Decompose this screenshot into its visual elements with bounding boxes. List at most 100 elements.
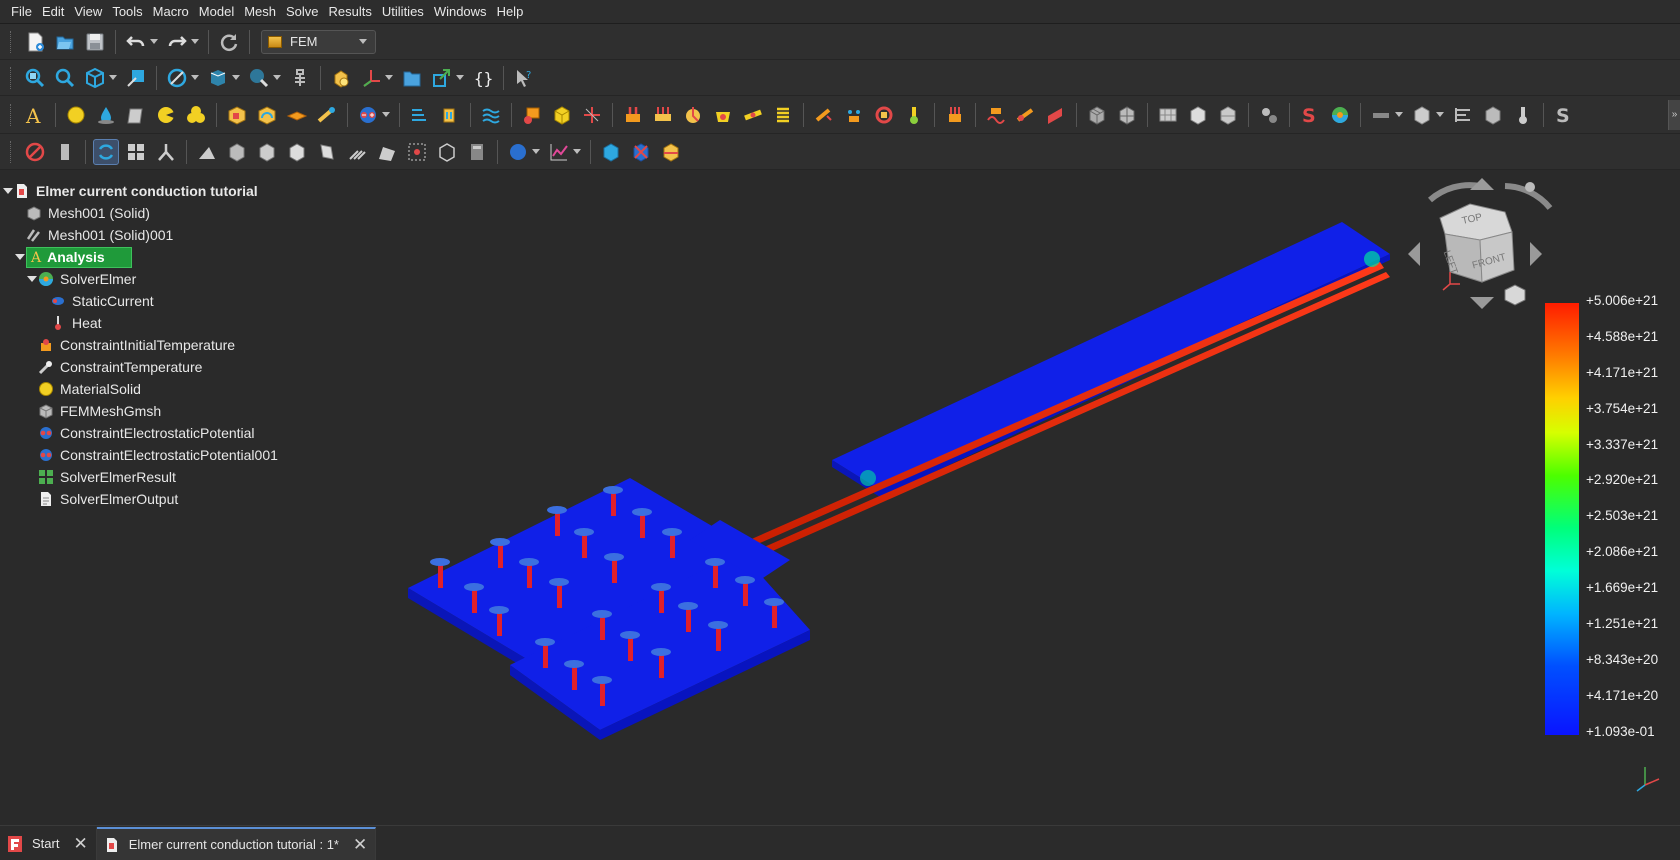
- constraint-thermometer-button[interactable]: [901, 102, 927, 128]
- results-display-button[interactable]: [1450, 102, 1476, 128]
- tree-item-constraint-initial-temperature[interactable]: ConstraintInitialTemperature: [0, 334, 310, 356]
- result-sphere-dropdown[interactable]: [531, 139, 541, 165]
- filter-cut-button[interactable]: [284, 139, 310, 165]
- menu-solve[interactable]: Solve: [281, 4, 324, 19]
- mesh-group-button[interactable]: [1215, 102, 1241, 128]
- tree-item-solver-elmer[interactable]: SolverElmer: [0, 268, 310, 290]
- solver-ccx-button[interactable]: S: [1297, 102, 1323, 128]
- constraint-initial-pressure-button[interactable]: [437, 102, 463, 128]
- tree-item-electrostatic-potential[interactable]: ConstraintElectrostaticPotential: [0, 422, 310, 444]
- pan-down-arrow-icon[interactable]: [1470, 297, 1494, 309]
- mesh-clear-button[interactable]: [1256, 102, 1282, 128]
- constraint-force-button[interactable]: [620, 102, 646, 128]
- menu-tools[interactable]: Tools: [107, 4, 147, 19]
- result-sphere-button[interactable]: [505, 139, 531, 165]
- tab-start[interactable]: Start ✕: [0, 827, 97, 860]
- analysis-button[interactable]: A: [22, 102, 48, 128]
- workbench-selector[interactable]: FEM: [261, 29, 376, 54]
- tree-item-electrostatic-potential-001[interactable]: ConstraintElectrostaticPotential001: [0, 444, 310, 466]
- selection-dropdown[interactable]: [231, 65, 241, 91]
- group-folder-button[interactable]: [399, 65, 425, 91]
- tree-item-mesh001[interactable]: Mesh001 (Solid): [0, 202, 310, 224]
- results-thermo-button[interactable]: [1510, 102, 1536, 128]
- constraint-flow-button[interactable]: [407, 102, 433, 128]
- constraint-velocity-button[interactable]: [478, 102, 504, 128]
- solver-run-button[interactable]: S: [1551, 102, 1577, 128]
- tree-item-material-solid[interactable]: MaterialSolid: [0, 378, 310, 400]
- link-dropdown[interactable]: [455, 65, 465, 91]
- new-document-button[interactable]: [22, 29, 48, 55]
- filter-region-button[interactable]: [434, 139, 460, 165]
- toolbar-overflow-button[interactable]: »: [1668, 99, 1680, 130]
- link-button[interactable]: [429, 65, 455, 91]
- constraint-displacement-button[interactable]: [549, 102, 575, 128]
- filter-warp-button[interactable]: [314, 139, 340, 165]
- constraint-bodyheat-button[interactable]: [740, 102, 766, 128]
- plot-button[interactable]: [546, 139, 572, 165]
- material-fluid-button[interactable]: [93, 102, 119, 128]
- filter-glyph-button[interactable]: [344, 139, 370, 165]
- solver-control-button[interactable]: [1409, 102, 1435, 128]
- draw-style-dropdown[interactable]: [190, 65, 200, 91]
- results-purge-button[interactable]: [1480, 102, 1506, 128]
- view-isometric-button[interactable]: [82, 65, 108, 91]
- electrostatic-potential-button[interactable]: [355, 102, 381, 128]
- constraint-fixed-button[interactable]: [519, 102, 545, 128]
- constraint-centrif-button[interactable]: [680, 102, 706, 128]
- create-part-button[interactable]: [328, 65, 354, 91]
- measure-button[interactable]: [246, 65, 272, 91]
- pan-left-arrow-icon[interactable]: [1408, 242, 1420, 266]
- mini-cube-icon[interactable]: [1504, 284, 1526, 306]
- constraint-transform-button[interactable]: [942, 102, 968, 128]
- view-menu-dot-icon[interactable]: [1525, 182, 1535, 192]
- toolbar-grip[interactable]: [10, 140, 14, 163]
- solver-dropdown[interactable]: [1435, 102, 1445, 128]
- view-selection-button[interactable]: [123, 65, 149, 91]
- constraint-selfweight-button[interactable]: [710, 102, 736, 128]
- shell-thickness-button[interactable]: [284, 102, 310, 128]
- refresh-button[interactable]: [216, 29, 242, 55]
- fit-selection-button[interactable]: [52, 65, 78, 91]
- measure-distance-button[interactable]: [287, 65, 313, 91]
- plot-dropdown[interactable]: [572, 139, 582, 165]
- toolbar-grip[interactable]: [10, 103, 14, 126]
- filter-clip-button[interactable]: [224, 139, 250, 165]
- undo-button[interactable]: [123, 29, 149, 55]
- constraint-planerotation-button[interactable]: [1043, 102, 1069, 128]
- electromagnetic-dropdown[interactable]: [381, 102, 391, 128]
- fit-all-button[interactable]: [22, 65, 48, 91]
- toolbar-grip[interactable]: [10, 66, 14, 89]
- standard-views-dropdown[interactable]: [108, 65, 118, 91]
- expand-arrow-icon[interactable]: [2, 185, 14, 197]
- constraint-spring-button[interactable]: [770, 102, 796, 128]
- clear-selection-button[interactable]: [22, 139, 48, 165]
- equation-button[interactable]: [1368, 102, 1394, 128]
- rotate-left-arrow-icon[interactable]: [1428, 182, 1481, 203]
- draw-style-button[interactable]: [164, 65, 190, 91]
- constraint-initialtemp-button[interactable]: [871, 102, 897, 128]
- tree-item-heat[interactable]: Heat: [0, 312, 310, 334]
- zoom-dropdown[interactable]: [272, 65, 282, 91]
- mesh-region-button[interactable]: [1155, 102, 1181, 128]
- coordinate-system-dropdown[interactable]: [384, 65, 394, 91]
- filter-scalar-button[interactable]: [254, 139, 280, 165]
- solver-elmer-button[interactable]: [1327, 102, 1353, 128]
- tree-item-mesh001-001[interactable]: Mesh001 (Solid)001: [0, 224, 310, 246]
- menu-windows[interactable]: Windows: [429, 4, 492, 19]
- expressions-button[interactable]: {}: [470, 65, 496, 91]
- redo-dropdown[interactable]: [190, 29, 200, 55]
- mesh-gmsh-button[interactable]: [1084, 102, 1110, 128]
- save-button[interactable]: [82, 29, 108, 55]
- material-solid-button[interactable]: [63, 102, 89, 128]
- expand-arrow-icon[interactable]: [26, 273, 38, 285]
- tree-item-static-current[interactable]: StaticCurrent: [0, 290, 310, 312]
- whats-this-button[interactable]: ?: [511, 65, 537, 91]
- pan-right-arrow-icon[interactable]: [1530, 242, 1542, 266]
- tree-item-constraint-temperature[interactable]: ConstraintTemperature: [0, 356, 310, 378]
- equation-dropdown[interactable]: [1394, 102, 1404, 128]
- filter-line-button[interactable]: [374, 139, 400, 165]
- filter-calculator-button[interactable]: [464, 139, 490, 165]
- close-icon[interactable]: ✕: [73, 834, 87, 854]
- material-editor-button[interactable]: [123, 102, 149, 128]
- export-cube-button[interactable]: [598, 139, 624, 165]
